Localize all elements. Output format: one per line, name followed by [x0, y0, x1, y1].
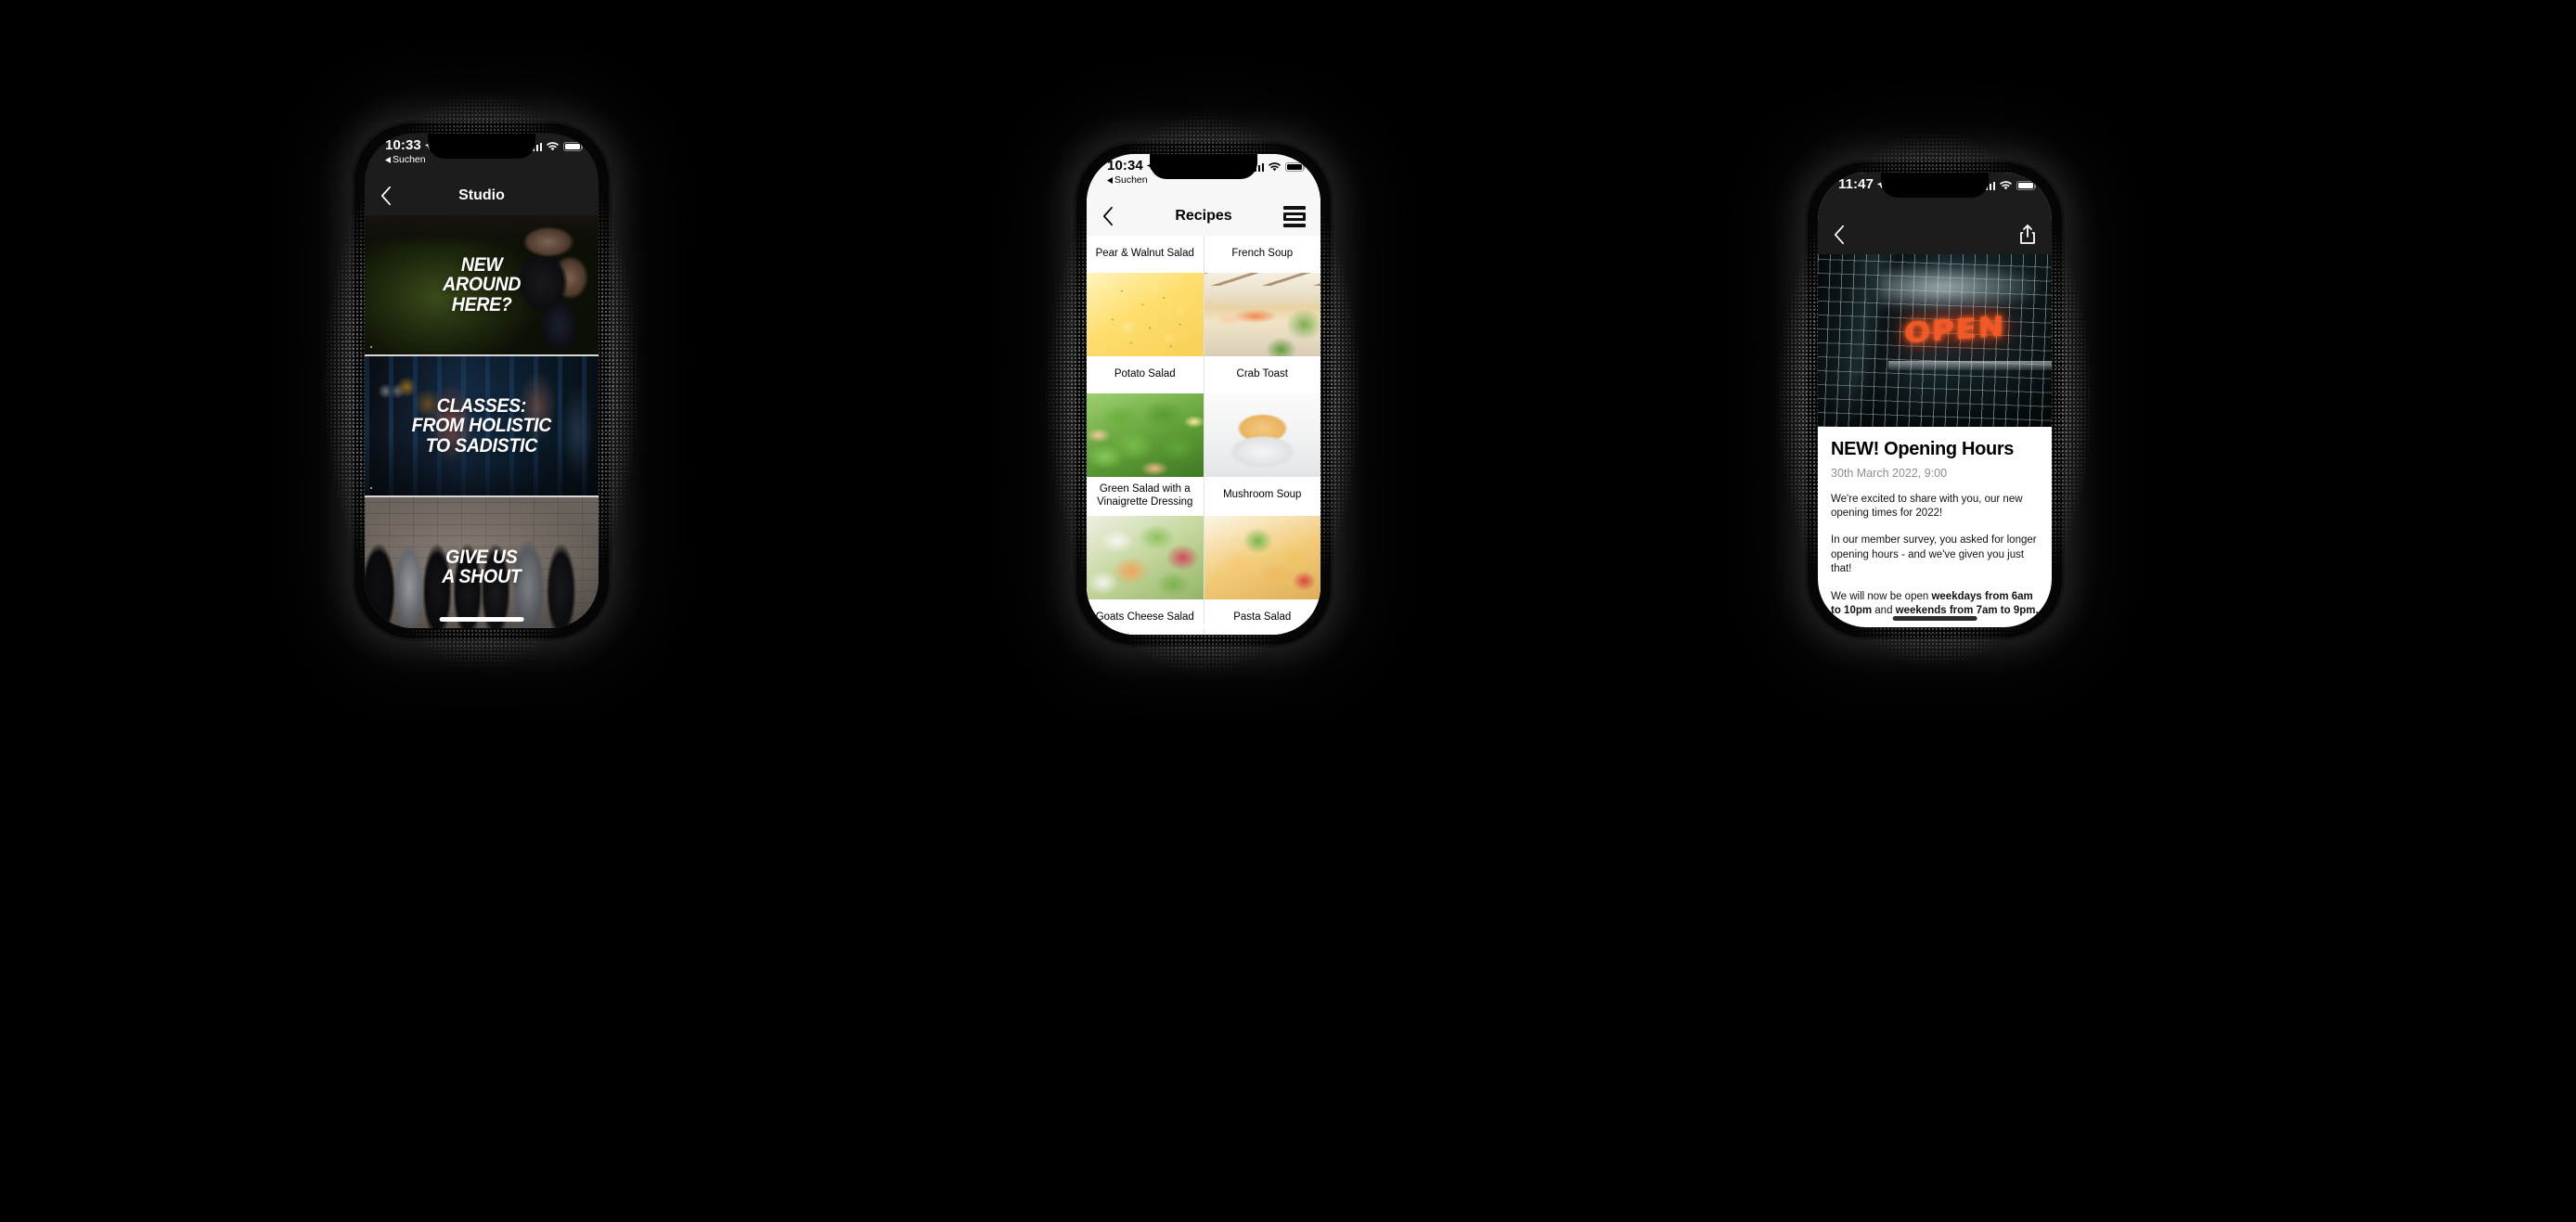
chevron-left-icon[interactable] — [380, 186, 392, 206]
recipe-grid: Pear & Walnut Salad French Soup Potato S… — [1087, 236, 1320, 635]
home-indicator[interactable] — [1892, 616, 1977, 621]
hamburger-menu-icon[interactable] — [1283, 205, 1306, 227]
status-time: 10:34 — [1107, 159, 1155, 173]
status-time: 10:33 — [385, 138, 433, 152]
p3-lead: We will now be open — [1831, 590, 1932, 602]
promo-line: A SHOUT — [442, 566, 522, 587]
studio-feed[interactable]: NEW AROUND HERE? CLASSES: FROM HOLISTIC … — [365, 215, 599, 628]
article-paragraph-1: We're excited to share with you, our new… — [1831, 493, 2023, 519]
grid-cell[interactable]: Pear & Walnut Salad — [1087, 236, 1204, 273]
status-time-text: 11:47 — [1838, 176, 1874, 192]
home-indicator[interactable] — [1161, 624, 1246, 628]
corner-dot — [370, 487, 372, 489]
p3-join: and — [1872, 605, 1896, 617]
p3-bold-weekends: weekends from 7am to 9pm. — [1895, 605, 2039, 617]
nav-bar: Recipes — [1087, 197, 1320, 236]
page-title: Studio — [458, 187, 505, 203]
status-left: 10:33 Suchen — [385, 138, 433, 165]
green-salad-image — [1087, 393, 1204, 477]
status-left: 10:34 Suchen — [1107, 159, 1155, 186]
pasta-salad-image — [1204, 515, 1320, 599]
triangle-left-icon — [385, 156, 391, 163]
status-time: 11:47 — [1838, 177, 1886, 191]
recipe-label: Potato Salad — [1087, 356, 1204, 393]
recipe-item-potato-salad[interactable]: Potato Salad — [1087, 273, 1204, 393]
home-indicator[interactable] — [439, 617, 524, 622]
recipe-label: Crab Toast — [1204, 356, 1320, 393]
neon-open-sign-image: OPEN — [1818, 254, 2052, 427]
status-time-text: 10:34 — [1107, 158, 1143, 174]
phone-article: 11:47 OPEN NEW! Opening Hours 30th March… — [1808, 162, 2062, 637]
status-right — [1250, 159, 1306, 172]
crab-toast-image — [1204, 273, 1320, 356]
article-paragraph-3: We will now be open weekdays from 6am to… — [1831, 590, 2039, 619]
nav-bar: Studio — [365, 176, 599, 215]
promo-line: NEW — [460, 253, 503, 276]
nav-bar — [1818, 215, 2052, 254]
screenshot-stage: 10:33 Suchen Studio NEW AROUND HERE? CLA… — [0, 0, 2576, 1222]
status-back-app-label: Suchen — [393, 154, 426, 165]
potato-salad-image — [1087, 273, 1204, 356]
phone-studio: 10:33 Suchen Studio NEW AROUND HERE? CLA… — [354, 123, 609, 638]
phone-recipes: 10:34 Suchen Recipes Pear & Walnut Salad… — [1076, 144, 1331, 645]
article-title: NEW! Opening Hours — [1831, 439, 2015, 459]
grid-cell[interactable]: French Soup — [1204, 236, 1320, 273]
status-right — [1981, 177, 2037, 190]
recipe-item-mushroom-soup[interactable]: Mushroom Soup — [1204, 393, 1320, 516]
battery-icon — [563, 142, 584, 151]
recipe-label: Goats Cheese Salad — [1087, 598, 1204, 635]
promo-line: GIVE US — [445, 546, 518, 568]
screen-article: 11:47 OPEN NEW! Opening Hours 30th March… — [1818, 173, 2052, 627]
chevron-left-icon[interactable] — [1101, 206, 1114, 226]
recipe-item-green-salad[interactable]: Green Salad with a Vinaigrette Dressing — [1087, 393, 1204, 516]
battery-icon — [2016, 181, 2037, 190]
article-date: 30th March 2022, 9:00 — [1831, 466, 1948, 480]
status-left: 11:47 — [1838, 177, 1886, 191]
recipe-item-pasta-salad[interactable]: Pasta Salad — [1204, 515, 1320, 635]
status-back-app[interactable]: Suchen — [385, 155, 433, 165]
wifi-icon — [2000, 181, 2012, 190]
status-back-app-label: Suchen — [1114, 174, 1148, 186]
promo-line: AROUND — [442, 274, 522, 296]
screen-recipes: 10:34 Suchen Recipes Pear & Walnut Salad… — [1087, 154, 1320, 635]
recipe-label: Pear & Walnut Salad — [1087, 236, 1204, 273]
promo-text: GIVE US A SHOUT — [442, 546, 522, 587]
article-paragraph-2: In our member survey, you asked for long… — [1831, 534, 2037, 575]
status-right — [528, 138, 584, 151]
neon-open-text: OPEN — [1903, 310, 2005, 351]
screen-studio: 10:33 Suchen Studio NEW AROUND HERE? CLA… — [365, 134, 599, 628]
notch — [1881, 173, 1989, 198]
recipe-label: Green Salad with a Vinaigrette Dressing — [1087, 477, 1204, 516]
recipe-list[interactable]: Pear & Walnut Salad French Soup Potato S… — [1087, 236, 1320, 635]
promo-line: TO SADISTIC — [425, 434, 538, 457]
promo-line: CLASSES: — [436, 394, 527, 417]
corner-dot — [370, 346, 372, 348]
promo-text: NEW AROUND HERE? — [442, 253, 522, 315]
promo-line: FROM HOLISTIC — [411, 415, 552, 437]
promo-card-give-us-a-shout[interactable]: GIVE US A SHOUT — [365, 497, 599, 628]
status-time-text: 10:33 — [385, 137, 421, 153]
status-back-app[interactable]: Suchen — [1107, 175, 1155, 186]
recipe-item-crab-toast[interactable]: Crab Toast — [1204, 273, 1320, 393]
notch — [1150, 154, 1257, 179]
promo-card-new-around-here[interactable]: NEW AROUND HERE? — [365, 215, 599, 356]
recipe-label: Mushroom Soup — [1204, 477, 1320, 514]
recipe-label: Pasta Salad — [1204, 598, 1320, 635]
wifi-icon — [1269, 162, 1281, 172]
promo-line: HERE? — [451, 293, 512, 315]
battery-icon — [1285, 162, 1306, 172]
wifi-icon — [547, 142, 559, 151]
triangle-left-icon — [1107, 176, 1113, 184]
promo-text: CLASSES: FROM HOLISTIC TO SADISTIC — [411, 394, 552, 457]
goats-cheese-salad-image — [1087, 515, 1204, 599]
article-body: NEW! Opening Hours 30th March 2022, 9:00… — [1818, 427, 2052, 627]
notch — [428, 134, 535, 159]
chevron-left-icon[interactable] — [1833, 225, 1845, 245]
recipe-item-goats-cheese-salad[interactable]: Goats Cheese Salad — [1087, 515, 1204, 635]
recipe-label: French Soup — [1204, 236, 1320, 273]
share-icon[interactable] — [2018, 224, 2037, 246]
mushroom-soup-image — [1204, 393, 1320, 477]
promo-card-classes[interactable]: CLASSES: FROM HOLISTIC TO SADISTIC — [365, 356, 599, 497]
